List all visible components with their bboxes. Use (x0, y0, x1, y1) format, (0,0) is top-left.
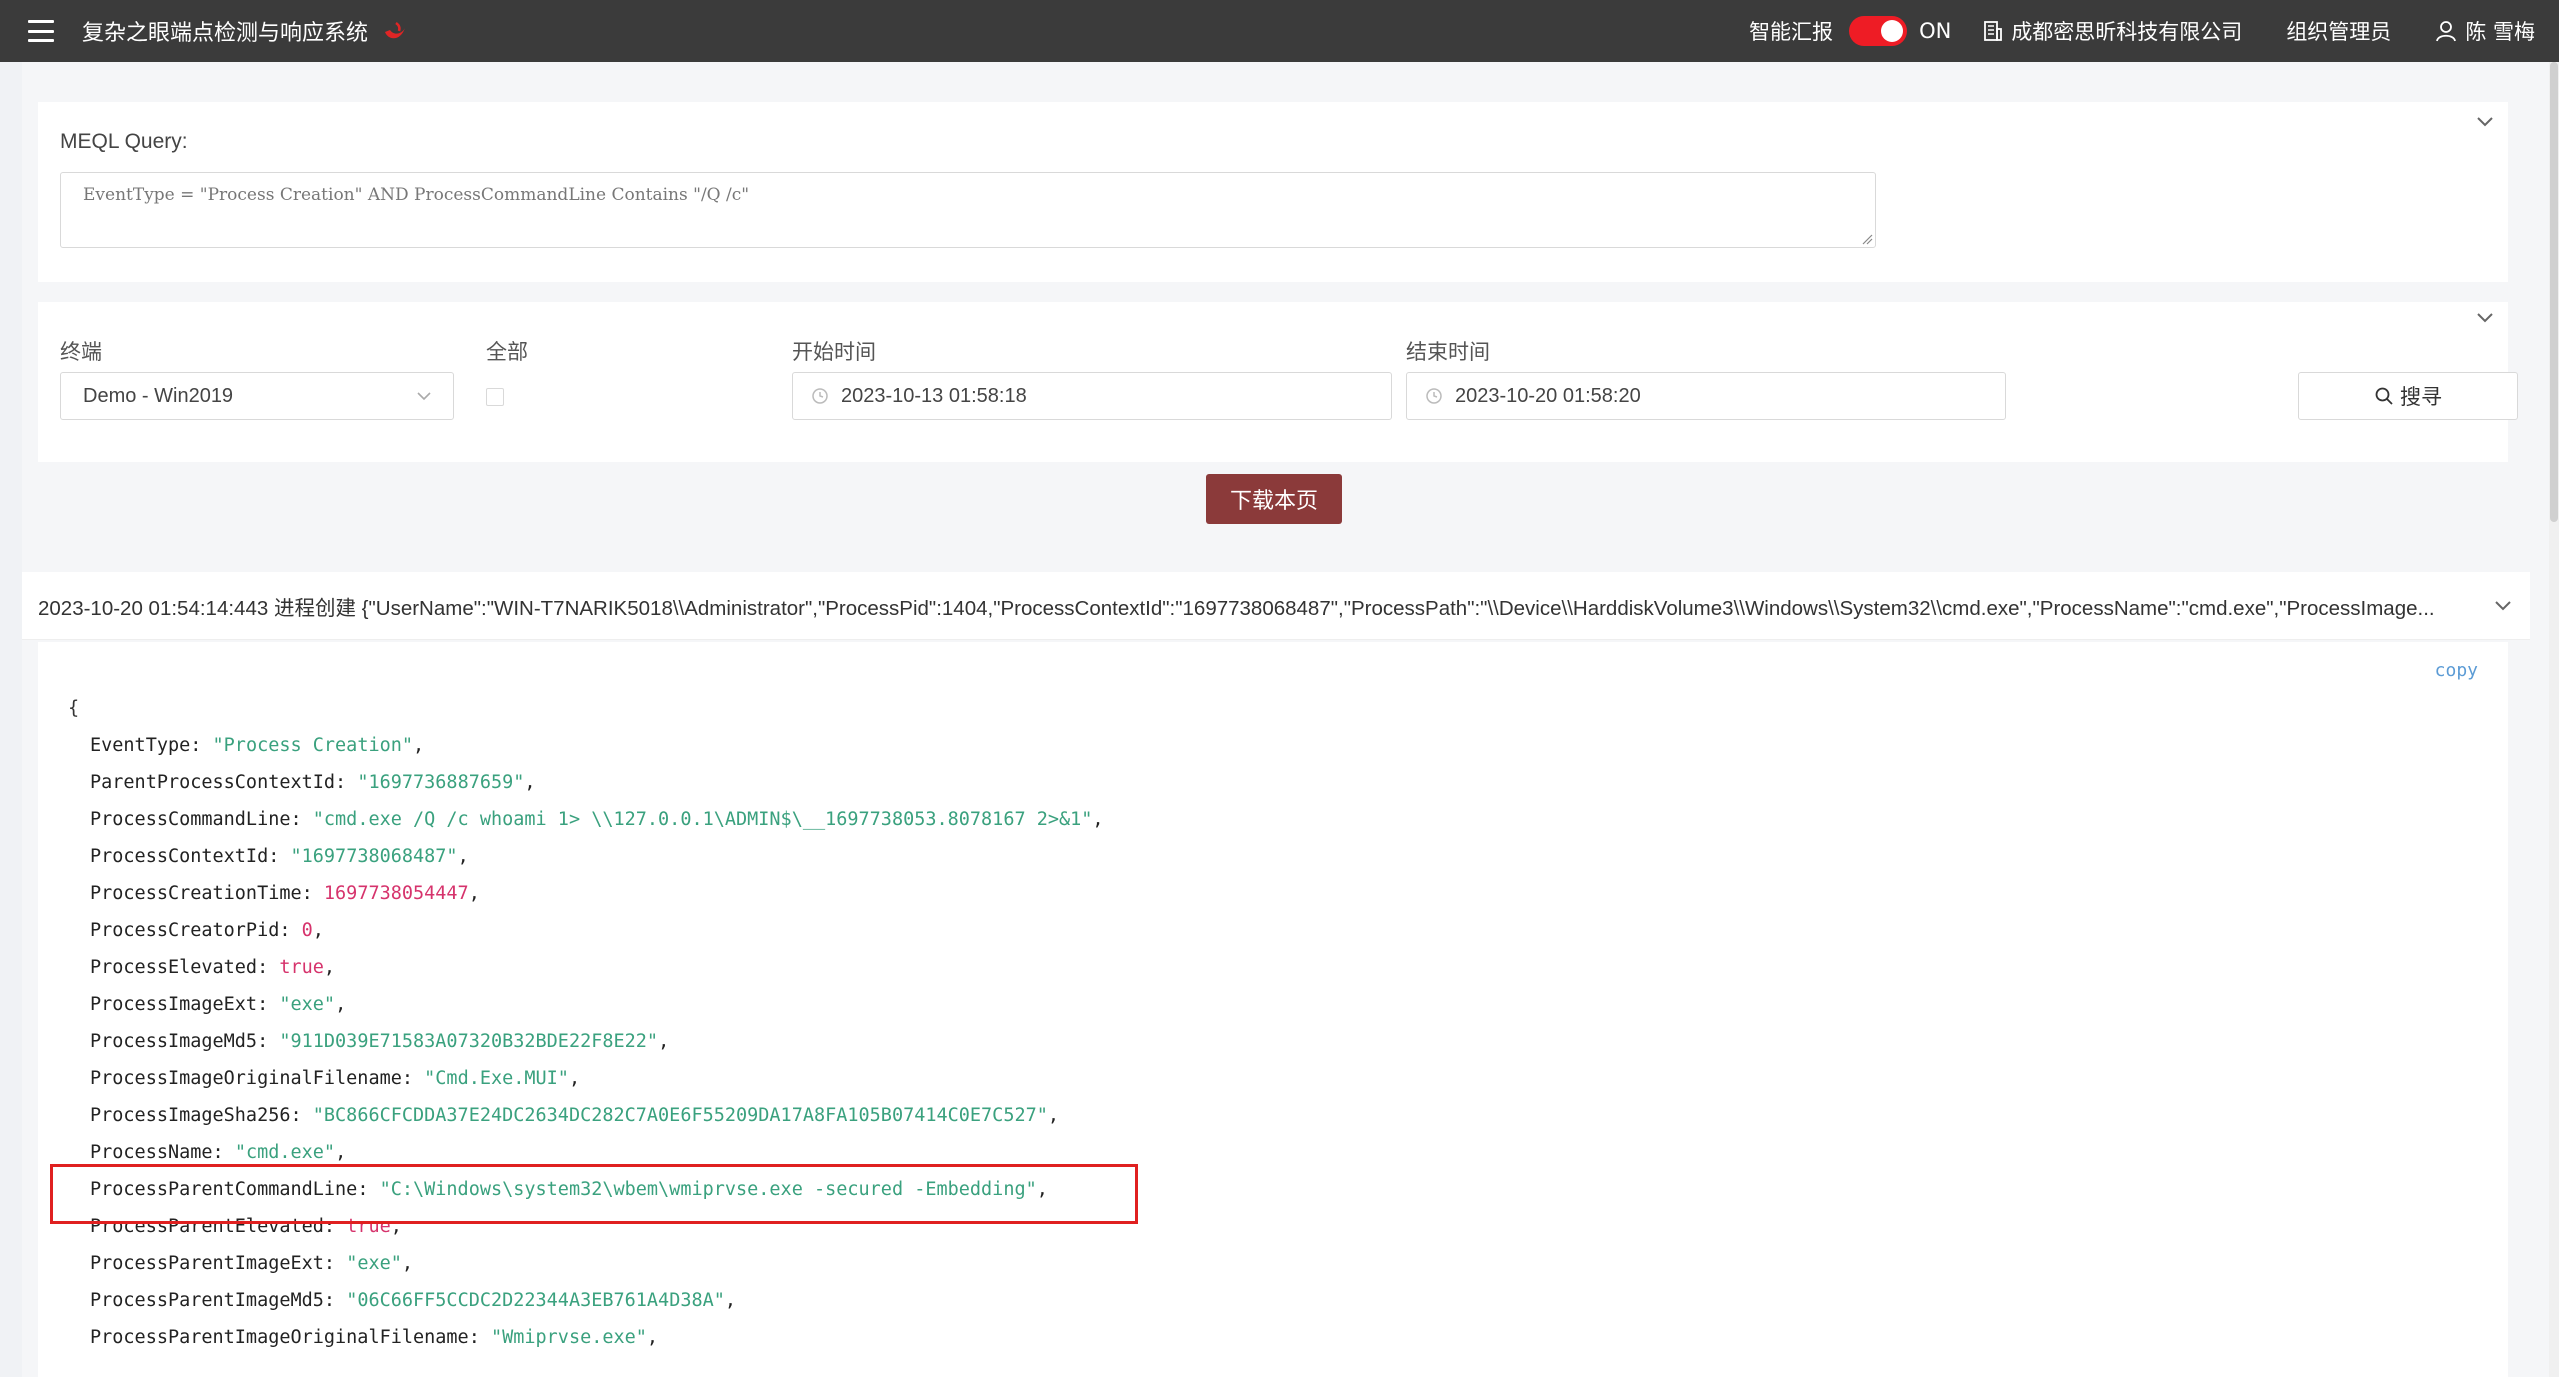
json-value: "911D039E71583A07320B32BDE22F8E22" (279, 1031, 659, 1052)
json-line: ProcessCreationTime: 1697738054447, (90, 883, 480, 904)
start-time-label: 开始时间 (792, 340, 876, 364)
json-line: ProcessName: "cmd.exe", (90, 1142, 347, 1163)
json-key: ProcessCreationTime (90, 883, 302, 904)
json-open-brace: { (68, 698, 80, 719)
json-key: ProcessElevated (90, 957, 258, 978)
toggle-state-label: ON (1919, 19, 1952, 43)
building-icon (1984, 21, 2003, 41)
clock-icon (1426, 388, 1442, 404)
json-line: EventType: "Process Creation", (90, 735, 425, 756)
json-value: "C:\Windows\system32\wbem\wmiprvse.exe -… (379, 1179, 1037, 1200)
json-line: ProcessImageOriginalFilename: "Cmd.Exe.M… (90, 1068, 581, 1089)
clock-icon (812, 388, 828, 404)
json-line: ProcessImageMd5: "911D039E71583A07320B32… (90, 1031, 670, 1052)
json-value: "Wmiprvse.exe" (490, 1327, 647, 1348)
json-value: "exe" (279, 994, 336, 1015)
download-page-button[interactable]: 下载本页 (1206, 474, 1342, 524)
json-line: ProcessContextId: "1697738068487", (90, 846, 469, 867)
json-key: ParentProcessContextId (90, 772, 336, 793)
chevron-down-icon[interactable] (2476, 116, 2494, 128)
json-key: ProcessParentCommandLine (90, 1179, 358, 1200)
json-line: ProcessParentElevated: true, (90, 1216, 402, 1237)
terminal-value: Demo - Win2019 (83, 384, 234, 407)
chevron-down-icon[interactable] (2476, 312, 2494, 324)
user-icon (2436, 21, 2457, 42)
json-line: ParentProcessContextId: "1697736887659", (90, 772, 536, 793)
json-key: ProcessImageMd5 (90, 1031, 258, 1052)
copy-button[interactable]: copy (2435, 660, 2478, 681)
role-label[interactable]: 组织管理员 (2286, 16, 2391, 46)
all-label: 全部 (486, 340, 528, 364)
event-summary-text: 2023-10-20 01:54:14:443 进程创建 {"UserName"… (38, 596, 2435, 620)
chevron-down-icon (417, 391, 431, 400)
query-label: MEQL Query: (60, 130, 188, 153)
json-key: ProcessImageExt (90, 994, 258, 1015)
json-detail-card: copy { EventType: "Process Creation", Par… (38, 642, 2508, 1377)
json-value: "Cmd.Exe.MUI" (424, 1068, 569, 1089)
json-line: ProcessElevated: true, (90, 957, 336, 978)
start-time-picker[interactable]: 2023-10-13 01:58:18 (792, 372, 1392, 420)
filter-card: 终端 Demo - Win2019 全部 开始时间 2023-10-13 01:… (38, 302, 2518, 462)
json-line: ProcessImageExt: "exe", (90, 994, 347, 1015)
json-value: "06C66FF5CCDC2D22344A3EB761A4D38A" (346, 1290, 725, 1311)
menu-icon[interactable] (28, 20, 54, 42)
json-key: ProcessName (90, 1142, 213, 1163)
json-key: ProcessParentImageExt (90, 1253, 324, 1274)
json-key: ProcessParentImageMd5 (90, 1290, 324, 1311)
json-value: "BC866CFCDDA37E24DC2634DC282C7A0E6F55209… (312, 1105, 1048, 1126)
query-text: EventType = "Process Creation" AND Proce… (83, 185, 750, 205)
json-value: "Process Creation" (212, 735, 414, 756)
terminal-label: 终端 (60, 340, 102, 364)
json-key: ProcessParentImageOriginalFilename (90, 1327, 469, 1348)
json-value: 0 (301, 920, 313, 941)
search-icon (2375, 387, 2393, 405)
json-key: ProcessContextId (90, 846, 269, 867)
terminal-select[interactable]: Demo - Win2019 (60, 372, 454, 420)
logo-icon (385, 21, 406, 39)
json-line: ProcessParentImageMd5: "06C66FF5CCDC2D22… (90, 1290, 737, 1311)
json-line: ProcessImageSha256: "BC866CFCDDA37E24DC2… (90, 1105, 1060, 1126)
json-line: ProcessCreatorPid: 0, (90, 920, 324, 941)
scrollbar-thumb[interactable] (2550, 62, 2558, 522)
json-value: "cmd.exe" (234, 1142, 336, 1163)
end-time-label: 结束时间 (1406, 340, 1490, 364)
json-key: ProcessParentElevated (90, 1216, 324, 1237)
company-name[interactable]: 成都密思昕科技有限公司 (2011, 16, 2242, 46)
app-title: 复杂之眼端点检测与响应系统 (82, 21, 369, 46)
json-line: ProcessCommandLine: "cmd.exe /Q /c whoam… (90, 809, 1104, 830)
end-time-picker[interactable]: 2023-10-20 01:58:20 (1406, 372, 2006, 420)
user-name[interactable]: 陈 雪梅 (2465, 16, 2535, 46)
json-line: ProcessParentCommandLine: "C:\Windows\sy… (90, 1179, 1048, 1200)
json-line: ProcessParentImageExt: "exe", (90, 1253, 414, 1274)
json-viewer: { EventType: "Process Creation", ParentPr… (68, 690, 1104, 1356)
start-time-value: 2023-10-13 01:58:18 (841, 384, 1027, 407)
json-line: ProcessParentImageOriginalFilename: "Wmi… (90, 1327, 659, 1348)
json-value: "exe" (346, 1253, 402, 1274)
end-time-value: 2023-10-20 01:58:20 (1455, 384, 1641, 407)
json-key: ProcessCreatorPid (90, 920, 280, 941)
smart-report-label: 智能汇报 (1749, 20, 1834, 44)
meql-query-input[interactable]: EventType = "Process Creation" AND Proce… (60, 172, 1876, 248)
search-button-label: 搜寻 (2400, 385, 2442, 409)
smart-report-toggle[interactable] (1849, 16, 1908, 46)
search-button[interactable]: 搜寻 (2298, 372, 2518, 420)
json-value: true (279, 957, 324, 978)
main-content: MEQL Query: EventType = "Process Creatio… (22, 62, 2552, 1377)
resize-handle-icon[interactable] (1861, 233, 1873, 245)
top-bar: 复杂之眼端点检测与响应系统 智能汇报 ON 成都密思昕科技有限公司 组织管理员 (0, 0, 2559, 62)
json-value: "cmd.exe /Q /c whoami 1> \\127.0.0.1\ADM… (312, 809, 1093, 830)
json-value: "1697738068487" (290, 846, 458, 867)
json-key: EventType (90, 735, 191, 756)
all-checkbox[interactable] (486, 388, 504, 406)
json-key: ProcessCommandLine (90, 809, 291, 830)
query-card: MEQL Query: EventType = "Process Creatio… (38, 102, 2508, 282)
chevron-down-icon[interactable] (2494, 600, 2512, 612)
json-key: ProcessImageSha256 (90, 1105, 291, 1126)
json-key: ProcessImageOriginalFilename (90, 1068, 402, 1089)
event-summary-row[interactable]: 2023-10-20 01:54:14:443 进程创建 {"UserName"… (22, 572, 2530, 640)
json-value: "1697736887659" (357, 772, 525, 793)
json-value: 1697738054447 (323, 883, 469, 904)
json-value: true (346, 1216, 391, 1237)
